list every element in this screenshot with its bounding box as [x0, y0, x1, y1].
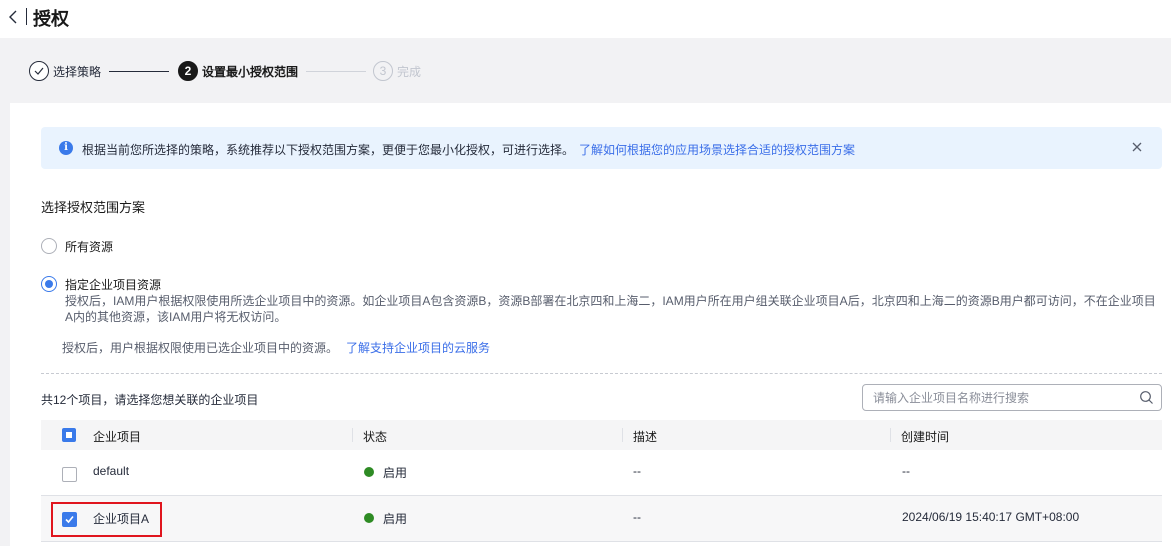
back-icon[interactable] — [6, 9, 20, 25]
project-created-time: 2024/06/19 15:40:17 GMT+08:00 — [902, 510, 1080, 524]
scope-note-text: 授权后，用户根据权限使用已选企业项目中的资源。 — [62, 341, 339, 355]
project-status: 启用 — [383, 512, 408, 526]
column-divider — [890, 428, 891, 442]
supported-services-link[interactable]: 了解支持企业项目的云服务 — [346, 341, 490, 355]
top-bar: 授权 — [0, 0, 1171, 38]
column-header-project[interactable]: 企业项目 — [93, 428, 141, 445]
scope-description: 授权后，IAM用户根据权限使用所选企业项目中的资源。如企业项目A包含资源B，资源… — [65, 294, 1156, 324]
close-icon[interactable] — [1130, 140, 1144, 154]
project-status: 启用 — [383, 466, 408, 480]
radio-enterprise-project-resources[interactable] — [41, 276, 57, 292]
step-2-label: 设置最小授权范围 — [202, 65, 299, 79]
search-box — [862, 384, 1162, 411]
project-name: default — [93, 464, 130, 478]
table-row[interactable]: default 启用 -- -- — [41, 450, 1162, 496]
alert-message: 根据当前您所选择的策略，系统推荐以下授权范围方案，更便于您最小化授权，可进行选择… — [82, 143, 575, 157]
column-divider — [352, 428, 353, 442]
step-1-label: 选择策略 — [53, 65, 102, 79]
status-enabled-icon — [364, 513, 374, 523]
scope-note: 授权后，用户根据权限使用已选企业项目中的资源。 了解支持企业项目的云服务 — [62, 339, 490, 356]
search-icon[interactable] — [1139, 390, 1154, 405]
radio-all-resources-label[interactable]: 所有资源 — [65, 238, 113, 255]
step-connector-1 — [109, 71, 169, 72]
step-3-number: 3 — [373, 61, 393, 81]
table-row[interactable]: 企业项目A 启用 -- 2024/06/19 15:40:17 GMT+08:0… — [41, 496, 1162, 542]
table-header: 企业项目 状态 描述 创建时间 — [41, 420, 1162, 450]
select-all-checkbox[interactable] — [62, 428, 76, 442]
info-alert: i 根据当前您所选择的策略，系统推荐以下授权范围方案，更便于您最小化授权，可进行… — [41, 127, 1162, 169]
scope-section-title: 选择授权范围方案 — [41, 200, 146, 215]
alert-text: 根据当前您所选择的策略，系统推荐以下授权范围方案，更便于您最小化授权，可进行选择… — [82, 141, 855, 158]
title-divider — [26, 8, 27, 25]
column-header-status[interactable]: 状态 — [363, 428, 387, 445]
project-description: -- — [633, 464, 641, 478]
search-input[interactable] — [873, 389, 1123, 407]
highlight-box — [51, 502, 162, 537]
section-divider — [41, 373, 1162, 374]
stepper: 选择策略 2 设置最小授权范围 3 完成 — [0, 38, 1171, 100]
project-created-time: -- — [902, 464, 910, 478]
alert-help-link[interactable]: 了解如何根据您的应用场景选择合适的授权范围方案 — [579, 143, 855, 157]
project-description: -- — [633, 510, 641, 524]
column-divider — [622, 428, 623, 442]
status-enabled-icon — [364, 467, 374, 477]
column-header-created-time[interactable]: 创建时间 — [901, 428, 949, 445]
step-3-label: 完成 — [397, 65, 422, 79]
radio-all-resources[interactable] — [41, 238, 57, 254]
page-title: 授权 — [33, 9, 69, 29]
project-count-text: 共12个项目，请选择您想关联的企业项目 — [41, 393, 259, 407]
row-checkbox[interactable] — [62, 467, 77, 482]
step-2-number: 2 — [178, 61, 198, 81]
column-header-description[interactable]: 描述 — [633, 428, 657, 445]
info-icon: i — [59, 141, 73, 155]
step-connector-2 — [306, 71, 366, 72]
step-1-check-icon — [29, 61, 49, 81]
radio-enterprise-project-label[interactable]: 指定企业项目资源 — [65, 276, 161, 293]
